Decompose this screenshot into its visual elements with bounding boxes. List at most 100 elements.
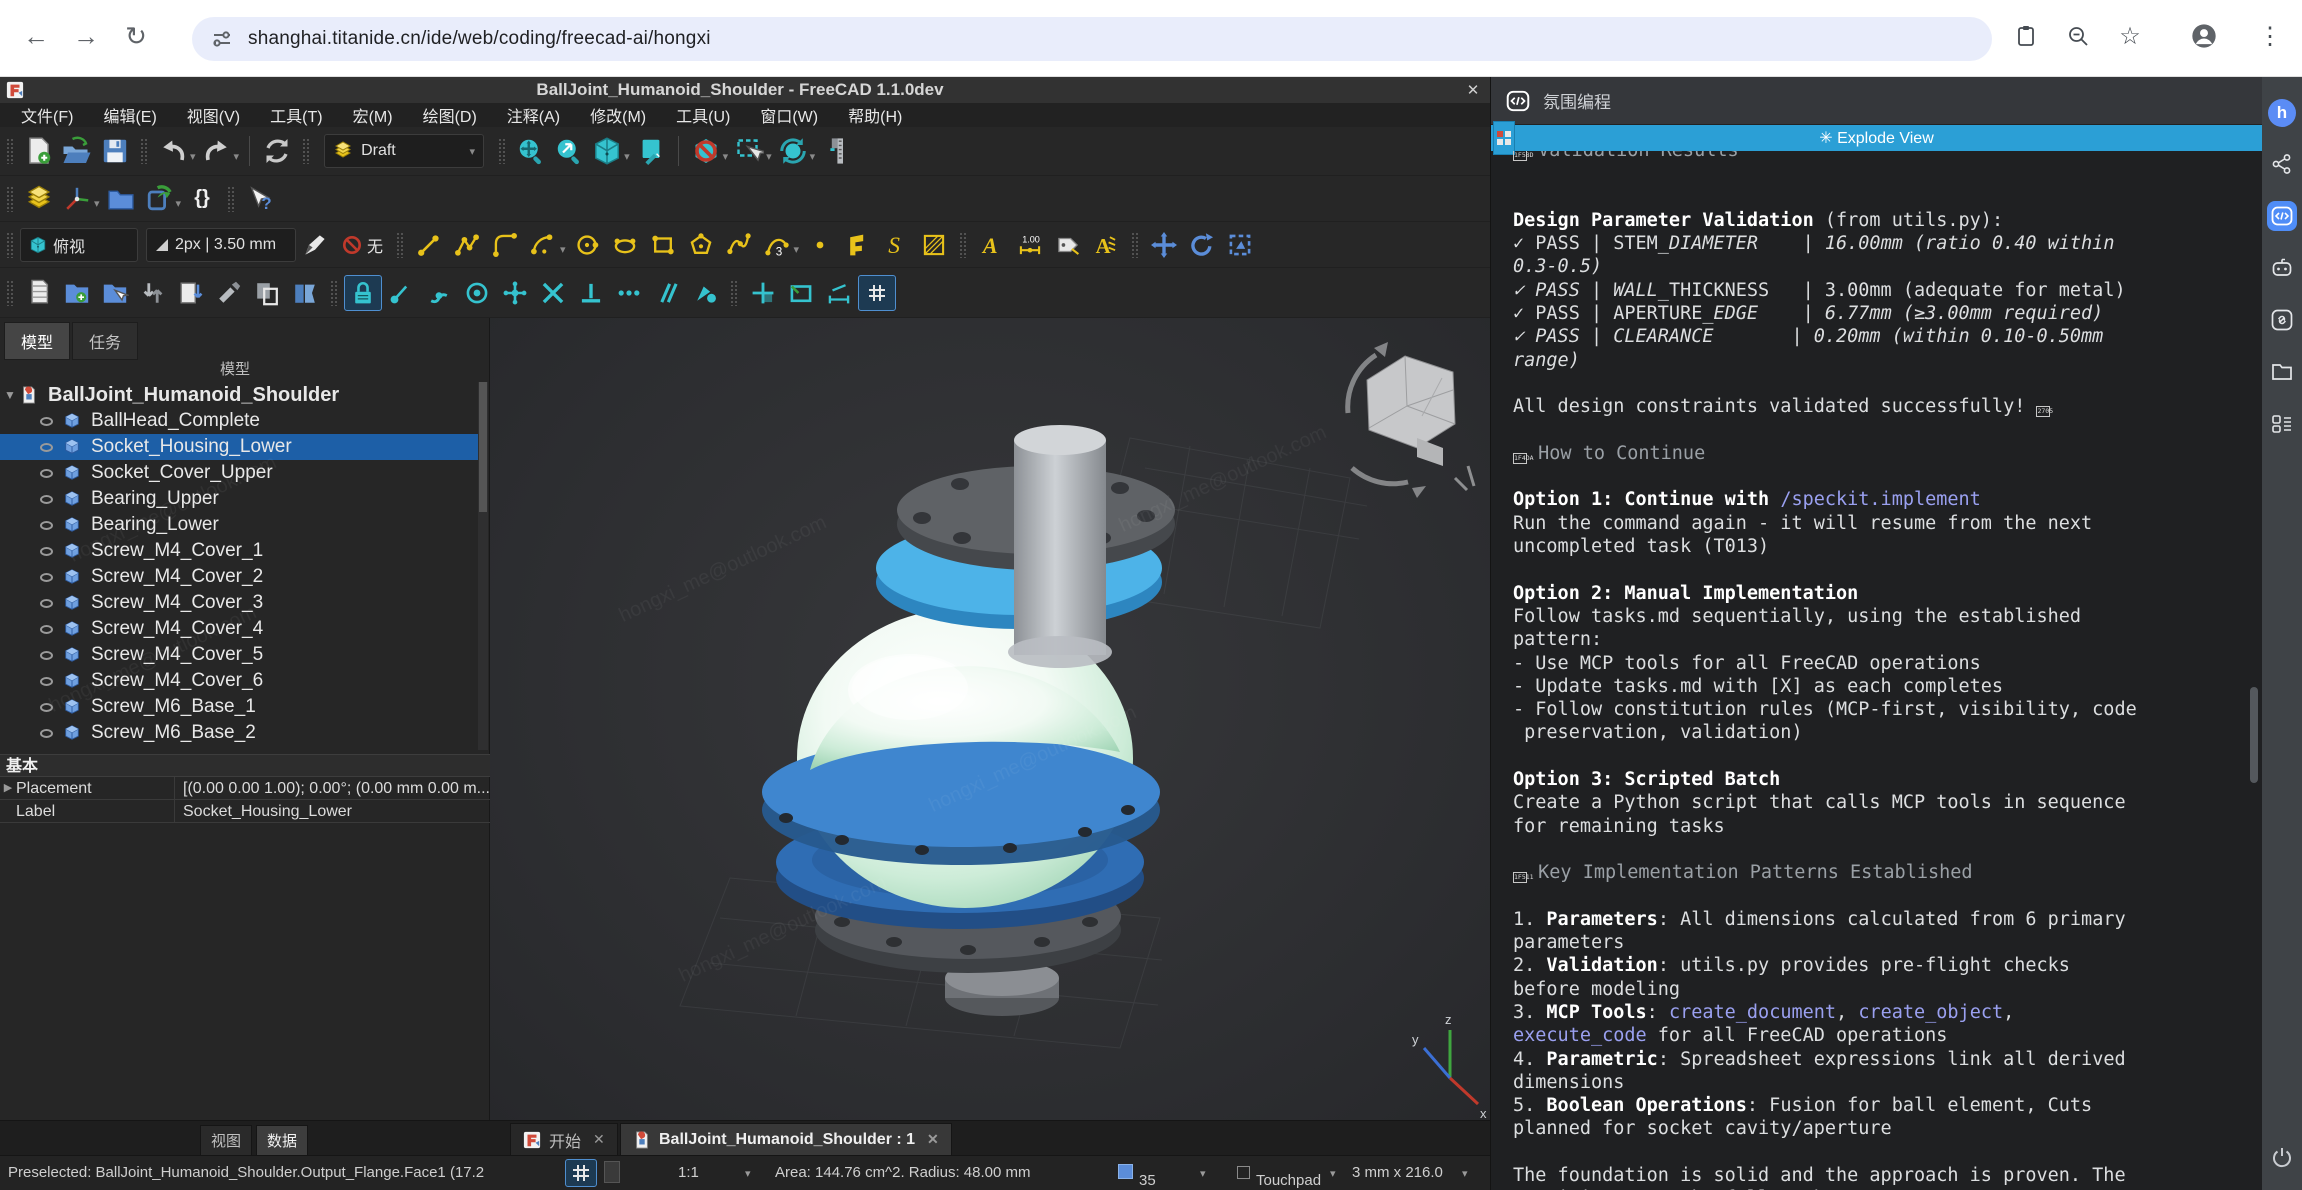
menu-item[interactable]: 工具(T)	[255, 103, 337, 127]
text-button[interactable]	[973, 227, 1011, 263]
url-text[interactable]: shanghai.titanide.cn/ide/web/coding/free…	[248, 28, 711, 50]
new-file-button[interactable]	[20, 133, 58, 169]
downgrade-button[interactable]	[134, 275, 172, 311]
zoom-level[interactable]: 1:1	[678, 1164, 699, 1181]
select-group-button[interactable]	[96, 275, 134, 311]
isometric-view-button[interactable]	[588, 133, 626, 169]
whats-this-button[interactable]	[241, 181, 279, 217]
3d-viewport[interactable]: hongxi_me@outlook.com hongxi_me@outlook.…	[490, 318, 1490, 1120]
selection-dropdown[interactable]: ▾	[766, 150, 772, 163]
menu-item[interactable]: 视图(V)	[172, 103, 255, 127]
open-file-button[interactable]	[58, 133, 96, 169]
snap-extension-toggle[interactable]	[610, 275, 648, 311]
snap-near-toggle[interactable]	[686, 275, 724, 311]
clipping-button[interactable]	[687, 133, 725, 169]
tree-item[interactable]: BallHead_Complete	[0, 408, 478, 434]
offset-button[interactable]	[286, 275, 324, 311]
refresh-button[interactable]	[258, 133, 296, 169]
close-tab-icon[interactable]: ✕	[927, 1131, 939, 1148]
pen-color-button[interactable]	[296, 227, 334, 263]
toolbar-grip[interactable]	[6, 280, 14, 306]
link-tool-icon[interactable]	[2267, 305, 2297, 335]
sync-dropdown[interactable]: ▾	[810, 150, 816, 163]
visibility-icon[interactable]	[40, 599, 53, 608]
dimension-button[interactable]	[1011, 227, 1049, 263]
explode-view-banner[interactable]: ✳ Explode View	[1491, 125, 2262, 151]
autogroup-button[interactable]: 无	[334, 227, 390, 263]
visibility-icon[interactable]	[40, 625, 53, 634]
zoom-icon[interactable]	[2056, 14, 2100, 58]
dashboard-icon[interactable]	[2267, 409, 2297, 439]
tree-root-item[interactable]: ▼BallJoint_Humanoid_Shoulder	[0, 382, 478, 408]
grid-toggle-button[interactable]	[565, 1159, 597, 1187]
toolbar-grip[interactable]	[959, 232, 967, 258]
menu-item[interactable]: 工具(U)	[661, 103, 745, 127]
dims-dropdown-icon[interactable]: ▾	[1462, 1167, 1468, 1180]
working-plane-button[interactable]	[58, 181, 96, 217]
measure-button[interactable]	[817, 133, 855, 169]
draft-polyline-button[interactable]	[448, 227, 486, 263]
property-row-placement[interactable]: ▶ Placement [(0.00 0.00 1.00); 0.00°; (0…	[0, 777, 490, 800]
site-settings-icon[interactable]	[210, 27, 234, 51]
toolbar-grip[interactable]	[302, 138, 310, 164]
menu-item[interactable]: 窗口(W)	[745, 103, 833, 127]
bookmark-star-icon[interactable]: ☆	[2108, 14, 2152, 58]
grid-extra-button[interactable]	[604, 1161, 620, 1183]
toolbar-grip[interactable]	[227, 186, 235, 212]
fit-all-button[interactable]	[512, 133, 550, 169]
rotate-button[interactable]	[1183, 227, 1221, 263]
select-plane-button[interactable]	[20, 275, 58, 311]
grid-toggle[interactable]	[858, 275, 896, 311]
tree-item[interactable]: Screw_M4_Cover_2	[0, 564, 478, 590]
working-plane-dropdown[interactable]: ▾	[94, 197, 100, 210]
bezier-dropdown[interactable]: ▾	[794, 243, 800, 256]
snap-dimensions-toggle[interactable]	[820, 275, 858, 311]
move-button[interactable]	[1145, 227, 1183, 263]
browser-menu-icon[interactable]: ⋮	[2248, 14, 2292, 58]
workbench-selector[interactable]: Draft ▾	[324, 134, 484, 168]
toolbar-grip[interactable]	[330, 280, 338, 306]
tree-item[interactable]: Screw_M4_Cover_5	[0, 642, 478, 668]
draft-circle-button[interactable]	[568, 227, 606, 263]
draft-ellipse-button[interactable]	[606, 227, 644, 263]
menu-item[interactable]: 宏(M)	[338, 103, 408, 127]
profile-avatar[interactable]	[2182, 14, 2226, 58]
visibility-icon[interactable]	[40, 469, 53, 478]
reload-icon[interactable]: ↻	[114, 14, 158, 58]
draft-fillet-button[interactable]	[486, 227, 524, 263]
snap-special-toggle[interactable]	[496, 275, 534, 311]
snap-parallel-toggle[interactable]	[648, 275, 686, 311]
folder-icon[interactable]	[2267, 357, 2297, 387]
chat-scrollbar[interactable]	[2250, 687, 2258, 783]
tab-data[interactable]: 数据	[256, 1125, 308, 1156]
draft-arc-button[interactable]	[524, 227, 562, 263]
undo-dropdown[interactable]: ▾	[190, 150, 196, 163]
visibility-icon[interactable]	[40, 573, 53, 582]
snap-center-toggle[interactable]	[458, 275, 496, 311]
draft-point-button[interactable]	[801, 227, 839, 263]
grid-size-selector[interactable]: 35	[1118, 1164, 1139, 1181]
snap-midpoint-toggle[interactable]	[420, 275, 458, 311]
visibility-icon[interactable]	[40, 651, 53, 660]
tab-document[interactable]: BallJoint_Humanoid_Shoulder : 1✕	[620, 1123, 952, 1156]
arc-dropdown[interactable]: ▾	[560, 243, 566, 256]
sync-view-button[interactable]	[774, 133, 812, 169]
hatch-button[interactable]	[915, 227, 953, 263]
visibility-icon[interactable]	[40, 443, 53, 452]
draft-line-button[interactable]	[410, 227, 448, 263]
menu-item[interactable]: 修改(M)	[575, 103, 661, 127]
toolbar-grip[interactable]	[498, 138, 506, 164]
visibility-icon[interactable]	[40, 677, 53, 686]
add-to-group-button[interactable]	[58, 275, 96, 311]
toolbar-grip[interactable]	[6, 138, 14, 164]
navigation-style-selector[interactable]: Touchpad	[1237, 1164, 1256, 1181]
visibility-icon[interactable]	[40, 729, 53, 738]
menu-item[interactable]: 帮助(H)	[833, 103, 917, 127]
toolbar-grip[interactable]	[396, 232, 404, 258]
clipping-dropdown[interactable]: ▾	[723, 150, 729, 163]
draft-bezier-button[interactable]	[758, 227, 796, 263]
clipboard-icon[interactable]	[2004, 14, 2048, 58]
zoom-dropdown-icon[interactable]: ▾	[745, 1167, 751, 1180]
tree-item[interactable]: Socket_Housing_Lower	[0, 434, 478, 460]
expander-icon[interactable]: ▶	[0, 777, 16, 799]
